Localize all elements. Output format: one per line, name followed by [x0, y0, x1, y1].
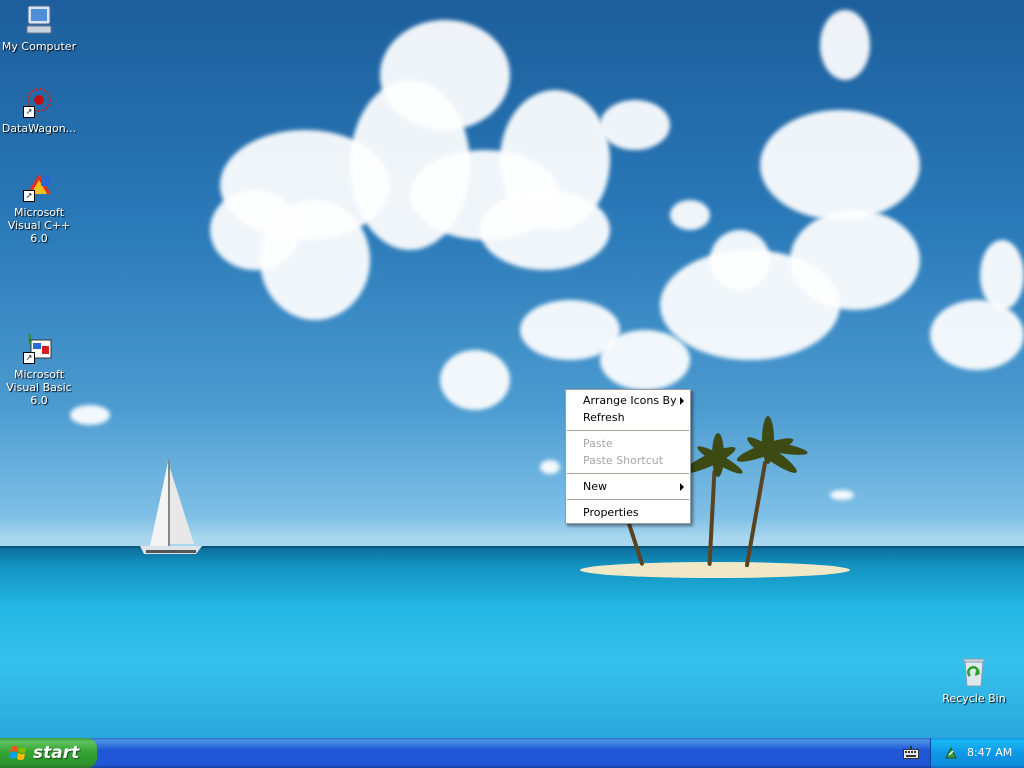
- desktop[interactable]: My Computer ↗ DataWagon... ↗ Microsoft V…: [0, 0, 1024, 738]
- desktop-icon-label: Microsoft Visual C++ 6.0: [7, 206, 71, 245]
- tray-app-icon[interactable]: [943, 745, 959, 761]
- desktop-icon-datawagon[interactable]: ↗ DataWagon...: [0, 86, 78, 135]
- datawagon-icon: ↗: [23, 86, 55, 118]
- menu-item-refresh[interactable]: Refresh: [566, 409, 690, 426]
- start-button[interactable]: start: [0, 738, 97, 768]
- recycle-bin-icon: [958, 656, 990, 688]
- desktop-icon-visual-cpp[interactable]: ↗ Microsoft Visual C++ 6.0: [0, 170, 78, 245]
- menu-item-label: Paste: [583, 437, 613, 450]
- desktop-icon-label: Recycle Bin: [942, 692, 1006, 705]
- menu-item-label: Properties: [583, 506, 639, 519]
- desktop-icon-label: DataWagon...: [1, 122, 77, 135]
- start-label: start: [33, 743, 80, 763]
- visual-cpp-icon: ↗: [23, 170, 55, 202]
- menu-item-label: Refresh: [583, 411, 625, 424]
- menu-item-arrange-icons-by[interactable]: Arrange Icons By: [566, 392, 690, 409]
- menu-separator: [567, 430, 689, 431]
- menu-separator: [567, 499, 689, 500]
- desktop-icon-label: My Computer: [1, 40, 77, 53]
- menu-item-label: Paste Shortcut: [583, 454, 664, 467]
- desktop-context-menu: Arrange Icons By Refresh Paste Paste Sho…: [565, 389, 691, 524]
- menu-item-paste: Paste: [566, 435, 690, 452]
- submenu-arrow-icon: [680, 397, 684, 405]
- windows-flag-icon: [10, 746, 26, 760]
- menu-item-properties[interactable]: Properties: [566, 504, 690, 521]
- visual-basic-icon: ↗: [23, 332, 55, 364]
- submenu-arrow-icon: [680, 483, 684, 491]
- my-computer-icon: [23, 4, 55, 36]
- taskbar: start 8:47 AM: [0, 738, 1024, 768]
- menu-item-label: New: [583, 480, 607, 493]
- shortcut-arrow-icon: ↗: [23, 352, 35, 364]
- menu-separator: [567, 473, 689, 474]
- desktop-icon-my-computer[interactable]: My Computer: [0, 4, 78, 53]
- system-tray: 8:47 AM: [930, 738, 1024, 768]
- shortcut-arrow-icon: ↗: [23, 106, 35, 118]
- menu-item-paste-shortcut: Paste Shortcut: [566, 452, 690, 469]
- clock[interactable]: 8:47 AM: [967, 746, 1012, 759]
- desktop-icon-recycle-bin[interactable]: Recycle Bin: [935, 656, 1013, 705]
- desktop-icon-visual-basic[interactable]: ↗ Microsoft Visual Basic 6.0: [0, 332, 78, 407]
- menu-item-label: Arrange Icons By: [583, 394, 677, 407]
- desktop-icon-label: Microsoft Visual Basic 6.0: [6, 368, 72, 407]
- shortcut-arrow-icon: ↗: [23, 190, 35, 202]
- keyboard-icon[interactable]: [903, 746, 919, 759]
- menu-item-new[interactable]: New: [566, 478, 690, 495]
